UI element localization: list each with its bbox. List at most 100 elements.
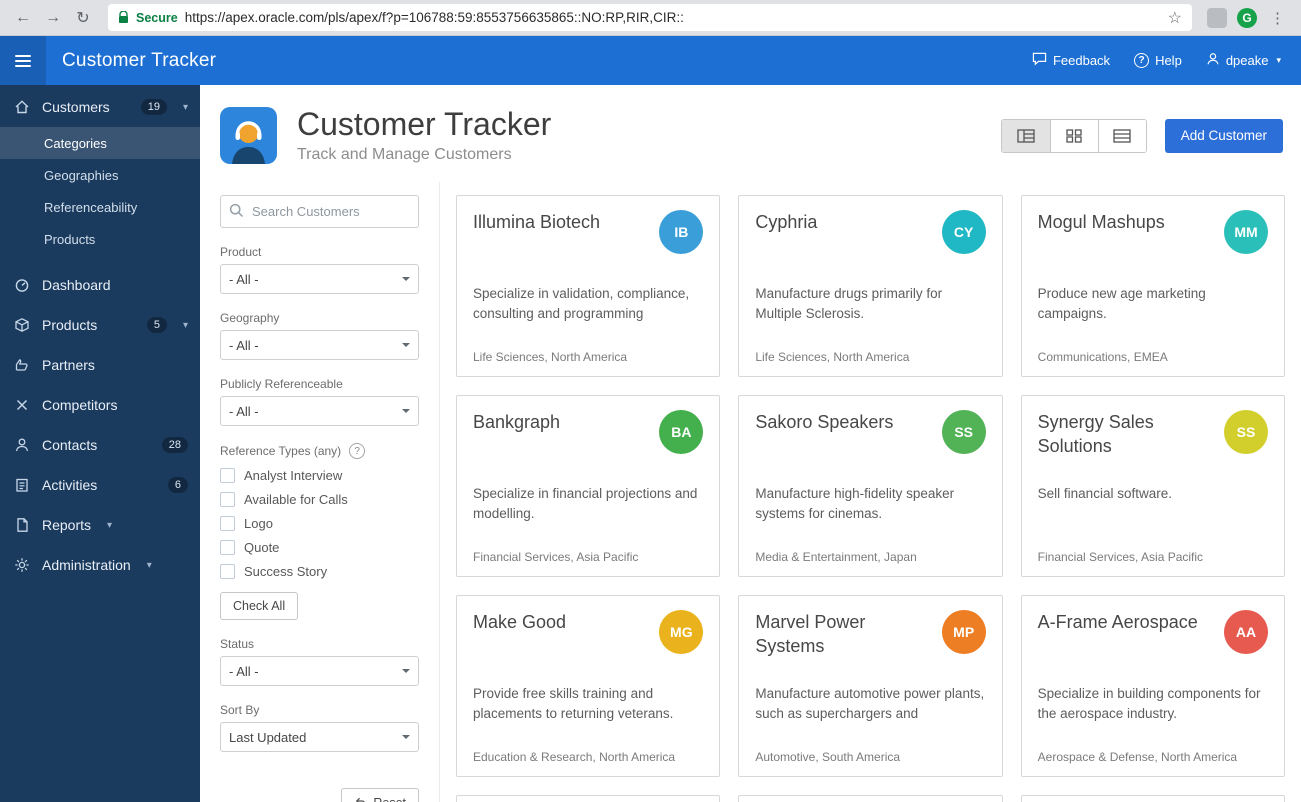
customer-name[interactable]: Synergy Sales Solutions <box>1038 410 1208 459</box>
chevron-down-icon: ▾ <box>107 519 113 531</box>
chevron-down-icon: ▾ <box>146 559 152 571</box>
hamburger-menu-icon[interactable] <box>0 36 46 85</box>
search-input[interactable] <box>220 195 419 229</box>
help-icon: ? <box>1134 53 1150 68</box>
customer-name[interactable]: Marvel Power Systems <box>755 610 925 659</box>
count-badge: 19 <box>140 99 167 115</box>
report-view-icon <box>1017 128 1035 143</box>
sidebar-item-dashboard[interactable]: Dashboard <box>0 265 200 305</box>
app-header: Customer Tracker Feedback ? Help dpeake … <box>0 36 1301 85</box>
customer-card[interactable]: Synergy Sales Solutions SS Sell financia… <box>1020 395 1285 578</box>
customer-description: Specialize in financial projections and … <box>473 486 698 522</box>
customer-card[interactable]: Make Good MG Provide free skills trainin… <box>456 595 721 778</box>
avatar: SS <box>941 410 986 455</box>
reference-types-label: Reference Types (any) <box>220 444 342 459</box>
sidebar-item-contacts[interactable]: Contacts 28 <box>0 425 200 465</box>
quote-checkbox[interactable] <box>220 540 235 556</box>
customer-name[interactable]: Cyphria <box>755 210 817 234</box>
checkbox-success-story[interactable]: Success Story <box>220 564 419 580</box>
customer-name[interactable]: Mogul Mashups <box>1038 210 1165 234</box>
customer-name[interactable]: Make Good <box>473 610 566 634</box>
checkbox-analyst-interview[interactable]: Analyst Interview <box>220 468 419 484</box>
logo-checkbox[interactable] <box>220 516 235 532</box>
browser-menu-icon[interactable]: ⋮ <box>1264 9 1291 27</box>
customer-name[interactable]: A-Frame Aerospace <box>1038 610 1198 634</box>
view-cards-button[interactable] <box>1049 119 1098 152</box>
checkbox-logo[interactable]: Logo <box>220 516 419 532</box>
customer-card[interactable] <box>738 795 1003 802</box>
customer-meta: Automotive, South America <box>755 750 901 765</box>
sidebar-item-partners[interactable]: Partners <box>0 345 200 385</box>
gear-icon <box>12 557 32 573</box>
add-customer-button[interactable]: Add Customer <box>1164 118 1283 153</box>
product-select[interactable]: - All - <box>220 264 419 295</box>
sidebar-item-products-sub[interactable]: Products <box>0 223 200 255</box>
customer-card[interactable]: A-Frame Aerospace AA Specialize in build… <box>1020 595 1285 778</box>
reload-button[interactable]: ↻ <box>70 5 96 31</box>
reference-types-help-icon[interactable]: ? <box>349 443 366 460</box>
customer-card[interactable]: Bankgraph BA Specialize in financial pro… <box>456 395 721 578</box>
sidebar-item-products[interactable]: Products 5 ▾ <box>0 305 200 345</box>
bookmark-star-icon[interactable]: ☆ <box>1168 8 1182 28</box>
page-title: Customer Tracker <box>297 106 552 142</box>
sidebar-item-competitors[interactable]: Competitors <box>0 385 200 425</box>
analyst-interview-checkbox[interactable] <box>220 468 235 484</box>
avatar: SS <box>1224 410 1268 455</box>
url-text: https://apex.oracle.com/pls/apex/f?p=106… <box>184 10 684 25</box>
customer-card[interactable] <box>456 795 721 802</box>
customer-description: Specialize in validation, compliance, co… <box>473 286 690 322</box>
avatar: MP <box>941 610 986 655</box>
address-bar[interactable]: Secure https://apex.oracle.com/pls/apex/… <box>108 4 1192 31</box>
customer-card[interactable]: Mogul Mashups MM Produce new age marketi… <box>1020 195 1285 378</box>
help-button[interactable]: ? Help <box>1134 53 1182 68</box>
home-icon <box>12 99 32 115</box>
view-table-button[interactable] <box>1097 119 1146 152</box>
table-view-icon <box>1113 128 1131 143</box>
search-icon <box>229 203 244 223</box>
feedback-button[interactable]: Feedback <box>1032 52 1110 69</box>
sort-by-select[interactable]: Last Updated <box>220 722 419 753</box>
customer-name[interactable]: Bankgraph <box>473 410 560 434</box>
sidebar-item-referenceability[interactable]: Referenceability <box>0 191 200 223</box>
customer-card[interactable]: Marvel Power Systems MP Manufacture auto… <box>738 595 1003 778</box>
sidebar-item-administration[interactable]: Administration ▾ <box>0 545 200 585</box>
customer-meta: Financial Services, Asia Pacific <box>1037 550 1204 565</box>
status-select[interactable]: - All - <box>220 656 419 687</box>
checkbox-available-for-calls[interactable]: Available for Calls <box>220 492 419 508</box>
customer-card[interactable]: Cyphria CY Manufacture drugs primarily f… <box>738 195 1003 378</box>
sidebar-item-activities[interactable]: Activities 6 <box>0 465 200 505</box>
sidebar-item-customers[interactable]: Customers 19 ▾ <box>0 87 200 127</box>
secure-label: Secure <box>136 10 178 25</box>
sidebar-item-categories[interactable]: Categories <box>0 127 200 159</box>
feedback-bubble-icon <box>1032 52 1047 69</box>
forward-button[interactable]: → <box>40 5 66 31</box>
page-subtitle: Track and Manage Customers <box>297 146 512 164</box>
publicly-referenceable-label: Publicly Referenceable <box>220 377 343 392</box>
reset-icon <box>354 795 367 802</box>
user-menu[interactable]: dpeake ▾ <box>1206 52 1281 69</box>
customer-name[interactable]: Sakoro Speakers <box>755 410 893 434</box>
view-report-button[interactable] <box>1001 119 1050 152</box>
sidebar-item-reports[interactable]: Reports ▾ <box>0 505 200 545</box>
customer-card[interactable]: Sakoro Speakers SS Manufacture high-fide… <box>738 395 1003 578</box>
checkbox-quote[interactable]: Quote <box>220 540 419 556</box>
customer-description: Produce new age marketing campaigns. <box>1037 286 1206 322</box>
publicly-referenceable-select[interactable]: - All - <box>220 396 419 427</box>
available-for-calls-checkbox[interactable] <box>220 492 235 508</box>
customer-meta: Communications, EMEA <box>1037 350 1168 365</box>
check-all-button[interactable]: Check All <box>220 592 299 621</box>
reset-button[interactable]: Reset <box>341 788 419 802</box>
success-story-checkbox[interactable] <box>220 564 235 580</box>
back-button[interactable]: ← <box>10 5 36 31</box>
green-extension-icon[interactable]: G <box>1237 7 1257 28</box>
customer-card[interactable] <box>1020 795 1285 802</box>
product-label: Product <box>220 245 262 260</box>
extension-icon[interactable] <box>1207 7 1227 28</box>
geography-select[interactable]: - All - <box>220 330 419 361</box>
cards-view-icon <box>1066 128 1082 143</box>
sidebar-item-geographies[interactable]: Geographies <box>0 159 200 191</box>
side-navigation: Customers 19 ▾ Categories Geographies Re… <box>0 85 200 802</box>
customer-card[interactable]: Illumina Biotech IB Specialize in valida… <box>456 195 721 378</box>
chevron-down-icon: ▾ <box>182 319 188 331</box>
customer-name[interactable]: Illumina Biotech <box>473 210 600 234</box>
